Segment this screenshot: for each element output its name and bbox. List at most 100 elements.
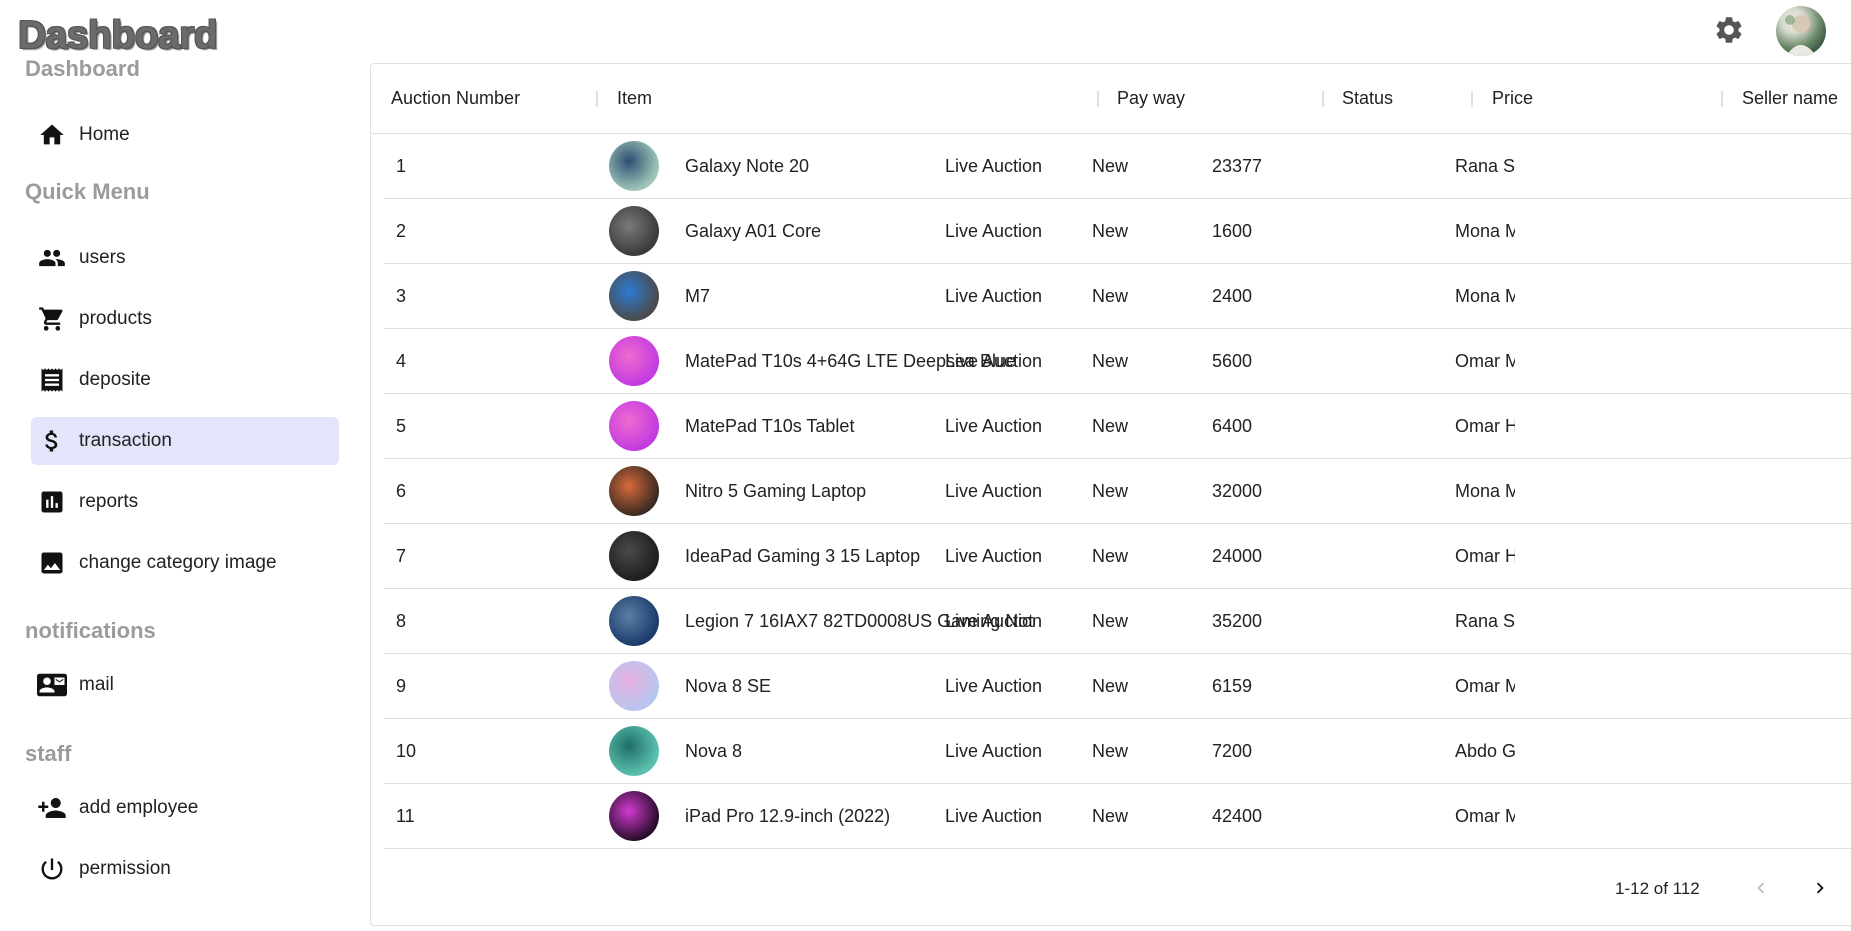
column-separator[interactable] — [596, 91, 598, 107]
section-title-notifications: notifications — [25, 618, 156, 643]
cell-auction-number: 9 — [396, 676, 407, 696]
sidebar-item-label: reports — [79, 491, 139, 512]
power-icon — [37, 854, 67, 884]
sidebar-item-reports[interactable]: reports — [31, 478, 339, 526]
table-row[interactable]: 4 MatePad T10s 4+64G LTE Deepsea Blue Live… — [384, 329, 1851, 394]
image-icon — [37, 548, 67, 578]
cell-status: New — [1092, 611, 1129, 631]
cell-seller-name: Abdo Gaber — [1455, 741, 1515, 761]
table-row[interactable]: 3M7Live AuctionNew2400Mona Mohamed — [384, 264, 1851, 329]
column-header-auction-number[interactable]: Auction Number — [391, 64, 520, 133]
cell-price: 2400 — [1212, 286, 1253, 306]
app-logo: Dashboard — [18, 14, 218, 57]
sidebar-item-home[interactable]: Home — [31, 111, 339, 159]
cell-price: 42400 — [1212, 806, 1263, 826]
chevron-right-icon[interactable] — [1803, 871, 1837, 905]
table-row[interactable]: 11 iPad Pro 12.9-inch (2022) Live Auction N… — [384, 784, 1851, 849]
sidebar-item-label: products — [79, 308, 152, 329]
table-row[interactable]: 1 Galaxy Note 20 Live Auction New 23377 Rana … — [384, 134, 1851, 199]
sidebar-item-label: transaction — [79, 430, 172, 451]
cell-price: 6159 — [1212, 676, 1253, 696]
table-row[interactable]: 8Legion 7 16IAX7 82TD0008US Gaming Noteb… — [384, 589, 1851, 654]
sidebar-item-users[interactable]: users — [31, 234, 339, 282]
product-thumbnail — [609, 141, 659, 191]
section-title-dashboard: Dashboard — [25, 56, 140, 81]
cell-auction-number: 7 — [396, 546, 407, 566]
pagination-range: 1-12 of 112 — [1615, 879, 1700, 898]
column-separator[interactable] — [1721, 91, 1723, 107]
cell-seller-name: Omar Hany — [1455, 546, 1515, 566]
dollar-icon — [37, 426, 67, 456]
cell-price: 5600 — [1212, 351, 1253, 371]
sidebar-item-label: change category image — [79, 552, 277, 573]
cell-auction-number: 4 — [396, 351, 407, 371]
cell-seller-name: Omar Magdy — [1455, 351, 1515, 371]
column-header-status[interactable]: Status — [1342, 64, 1393, 133]
cell-auction-number: 11 — [396, 806, 415, 826]
cell-seller-name: Mona Mohamed — [1455, 286, 1515, 306]
home-icon — [37, 120, 67, 150]
contact-mail-icon — [37, 670, 67, 700]
cell-status: New — [1092, 416, 1129, 436]
column-separator[interactable] — [1322, 91, 1324, 107]
product-thumbnail — [609, 466, 659, 516]
product-thumbnail — [609, 401, 659, 451]
column-header-pay-way[interactable]: Pay way — [1117, 64, 1185, 133]
chevron-left-icon[interactable] — [1744, 871, 1778, 905]
cell-status: New — [1092, 676, 1129, 696]
table-row[interactable]: 9Nova 8 SELive AuctionNew6159Omar Magdy — [384, 654, 1851, 719]
cell-status: New — [1092, 221, 1129, 241]
sidebar-item-deposite[interactable]: deposite — [31, 356, 339, 404]
sidebar-item-change-category-image[interactable]: change category image — [31, 539, 339, 587]
receipt-icon — [37, 365, 67, 395]
table-row[interactable]: 6 Nitro 5 Gaming Laptop Live Auction New 320… — [384, 459, 1851, 524]
sidebar-item-mail[interactable]: mail — [31, 661, 339, 709]
product-thumbnail — [609, 336, 659, 386]
table-row[interactable]: 7 IdeaPad Gaming 3 15 Laptop Live Auction N… — [384, 524, 1851, 589]
sidebar-item-label: add employee — [79, 797, 199, 818]
product-thumbnail — [609, 791, 659, 841]
cell-status: New — [1092, 351, 1129, 371]
cell-auction-number: 6 — [396, 481, 407, 501]
cell-auction-number: 2 — [396, 221, 407, 241]
column-header-seller-name[interactable]: Seller name — [1742, 64, 1838, 133]
cell-price: 6400 — [1212, 416, 1253, 436]
sidebar-item-products[interactable]: products — [31, 295, 339, 343]
cell-status: New — [1092, 156, 1129, 176]
cell-seller-name: Mona Mohamed — [1455, 221, 1515, 241]
section-title-staff: staff — [25, 741, 72, 766]
column-header-item[interactable]: Item — [617, 64, 652, 133]
person-add-icon — [37, 793, 67, 823]
people-icon — [37, 243, 67, 273]
sidebar-item-label: deposite — [79, 369, 151, 390]
cell-status: New — [1092, 546, 1129, 566]
bar-chart-icon — [37, 487, 67, 517]
cell-seller-name: Mona Mohamed — [1455, 481, 1515, 501]
table-row[interactable]: 2 Galaxy A01 Core Live Auction New 1600 Mona … — [384, 199, 1851, 264]
cart-icon — [37, 304, 67, 334]
cell-auction-number: 3 — [396, 286, 407, 306]
column-separator[interactable] — [1471, 91, 1473, 107]
cell-status: New — [1092, 741, 1129, 761]
product-thumbnail — [609, 271, 659, 321]
user-avatar[interactable] — [1776, 6, 1826, 56]
gear-icon[interactable] — [1713, 14, 1745, 46]
cell-price: 35200 — [1212, 611, 1263, 631]
cell-seller-name: Rana Sayad — [1455, 611, 1515, 631]
column-header-price[interactable]: Price — [1492, 64, 1533, 133]
cell-status: New — [1092, 481, 1129, 501]
cell-auction-number: 10 — [396, 741, 417, 761]
cell-price: 24000 — [1212, 546, 1263, 566]
cell-price: 7200 — [1212, 741, 1253, 761]
product-thumbnail — [609, 661, 659, 711]
sidebar-item-transaction[interactable]: transaction — [31, 417, 339, 465]
table-row[interactable]: 5 MatePad T10s Tablet Live Auction New 6400 O… — [384, 394, 1851, 459]
sidebar-item-permission[interactable]: permission — [31, 845, 339, 893]
column-separator[interactable] — [1097, 91, 1099, 107]
cell-seller-name: Omar Magdy — [1455, 806, 1515, 826]
table-header: Auction Number Item Pay way Status Price… — [371, 64, 1851, 134]
sidebar-item-add-employee[interactable]: add employee — [31, 784, 339, 832]
cell-status: New — [1092, 806, 1129, 826]
table-row[interactable]: 10Nova 8Live AuctionNew7200Abdo Gaber — [384, 719, 1851, 784]
transactions-table: Auction Number Item Pay way Status Price… — [370, 63, 1851, 926]
